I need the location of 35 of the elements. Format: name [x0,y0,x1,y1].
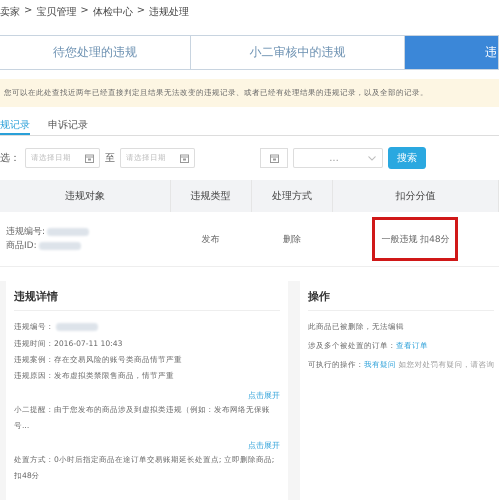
column-header: 违规类型 [170,180,252,212]
breadcrumb-link[interactable]: 违规处理 [149,5,190,25]
select-field[interactable]: ... [293,148,383,168]
redacted-value [47,228,90,236]
column-header: 违规对象 [0,180,170,212]
breadcrumb-link[interactable]: 宝贝管理 [36,5,76,25]
highlight-frame: 一般违规 扣48分 [372,217,458,261]
chevron-icon [368,156,376,160]
breadcrumb-link[interactable]: 体检中心 [92,5,133,25]
range-separator: 至 [105,152,115,165]
subtab[interactable]: 申诉记录 [48,118,88,135]
expand-link[interactable]: 点击展开 [248,441,280,450]
tab[interactable]: 违 [405,36,499,69]
table-cell-text: 商品ID: [6,240,37,253]
calendar-icon [180,154,189,162]
date-picker-button[interactable] [260,148,288,168]
column-header: 扣分分值 [332,180,498,212]
card-title: 操作 [308,289,494,311]
expand-link[interactable]: 点击展开 [248,391,280,400]
breadcrumb-link[interactable]: 卖家 [0,5,20,25]
redacted-value [56,322,98,330]
card-title: 违规详情 [14,289,280,311]
table-cell-text: 违规编号: [6,226,46,239]
calendar-icon [270,154,278,162]
table-cell: 发布 [202,234,220,244]
redacted-value [38,242,81,250]
column-header: 处理方式 [251,180,332,212]
breadcrumb-separator: > [24,5,32,18]
table-cell: 删除 [282,234,301,244]
search-button[interactable]: 搜索 [388,147,426,169]
breadcrumb-separator: > [136,5,146,18]
breadcrumb-separator: > [80,5,89,18]
subtab[interactable]: 规记录 [0,118,30,135]
filter-label: 选： [0,152,20,165]
calendar-icon [85,154,94,162]
